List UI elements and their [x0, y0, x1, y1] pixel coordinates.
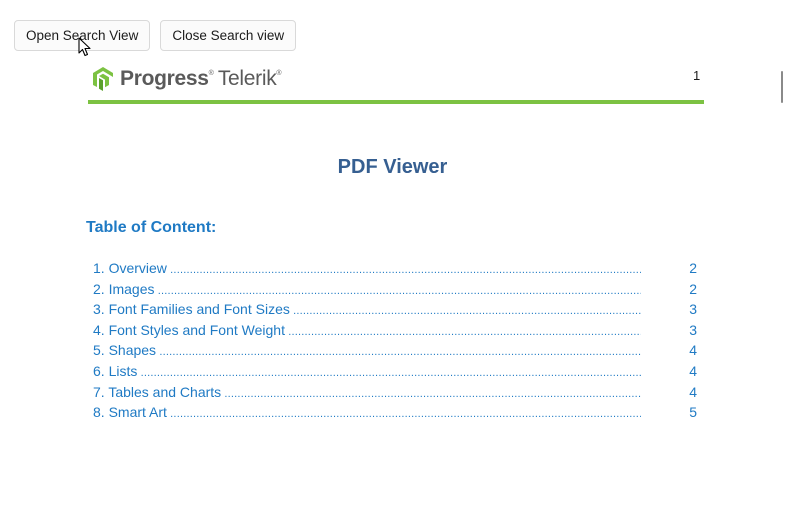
- close-search-view-button[interactable]: Close Search view: [160, 20, 297, 51]
- toc-entry-page: 3: [689, 301, 697, 318]
- toc-entry-label: 8. Smart Art: [93, 404, 641, 420]
- toc-entry-lists[interactable]: 6. Lists 4: [93, 363, 697, 384]
- toc-entry-font-families[interactable]: 3. Font Families and Font Sizes 3: [93, 301, 697, 322]
- logo-brand: Progress: [120, 67, 209, 90]
- toc-entry-smart-art[interactable]: 8. Smart Art 5: [93, 404, 697, 425]
- toc-entry-page: 4: [689, 342, 697, 359]
- document-title: PDF Viewer: [337, 156, 448, 178]
- toc-entry-shapes[interactable]: 5. Shapes 4: [93, 342, 697, 363]
- logo-registered-mark-2: ®: [276, 69, 282, 77]
- toc-entry-images[interactable]: 2. Images 2: [93, 281, 697, 302]
- toc-entry-page: 2: [689, 260, 697, 276]
- header-rule: [88, 100, 704, 104]
- toc-entry-label: 2. Images: [93, 281, 641, 297]
- page-number: 1: [693, 68, 701, 83]
- toc-entry-page: 4: [689, 362, 697, 379]
- toc-entry-overview[interactable]: 1. Overview 2: [93, 260, 697, 281]
- mouse-pointer-icon: [78, 37, 91, 57]
- toc-entry-label: 6. Lists: [93, 363, 641, 379]
- pdf-page: Progress ® Telerik ® 1 PDF Viewer Table of…: [0, 56, 779, 525]
- toc-entry-page: 3: [689, 321, 697, 338]
- toc-entry-page: 5: [689, 404, 697, 421]
- toolbar: Open Search View Close Search view: [14, 20, 297, 51]
- toc-entry-label: 1. Overview: [93, 260, 641, 276]
- toc-entry-label: 4. Font Styles and Font Weight: [93, 322, 641, 338]
- vertical-scrollbar[interactable]: [781, 71, 783, 103]
- toc-entry-tables-charts[interactable]: 7. Tables and Charts 4: [93, 384, 697, 405]
- toc-entry-label: 3. Font Families and Font Sizes: [93, 301, 641, 317]
- logo-registered-mark: ®: [208, 69, 214, 77]
- logo-product: Telerik: [217, 67, 277, 90]
- table-of-contents: 1. Overview 2 2. Images 2 3. Font Famili…: [93, 260, 697, 425]
- toc-entry-label: 5. Shapes: [93, 342, 641, 358]
- toc-entry-page: 2: [689, 280, 697, 297]
- progress-telerik-logo: Progress ® Telerik ®: [91, 64, 282, 94]
- toc-entry-label: 7. Tables and Charts: [93, 384, 641, 400]
- toc-entry-page: 4: [689, 383, 697, 400]
- progress-logo-icon: [93, 67, 113, 91]
- toc-heading: Table of Content:: [86, 219, 217, 236]
- toc-entry-font-styles[interactable]: 4. Font Styles and Font Weight 3: [93, 322, 697, 343]
